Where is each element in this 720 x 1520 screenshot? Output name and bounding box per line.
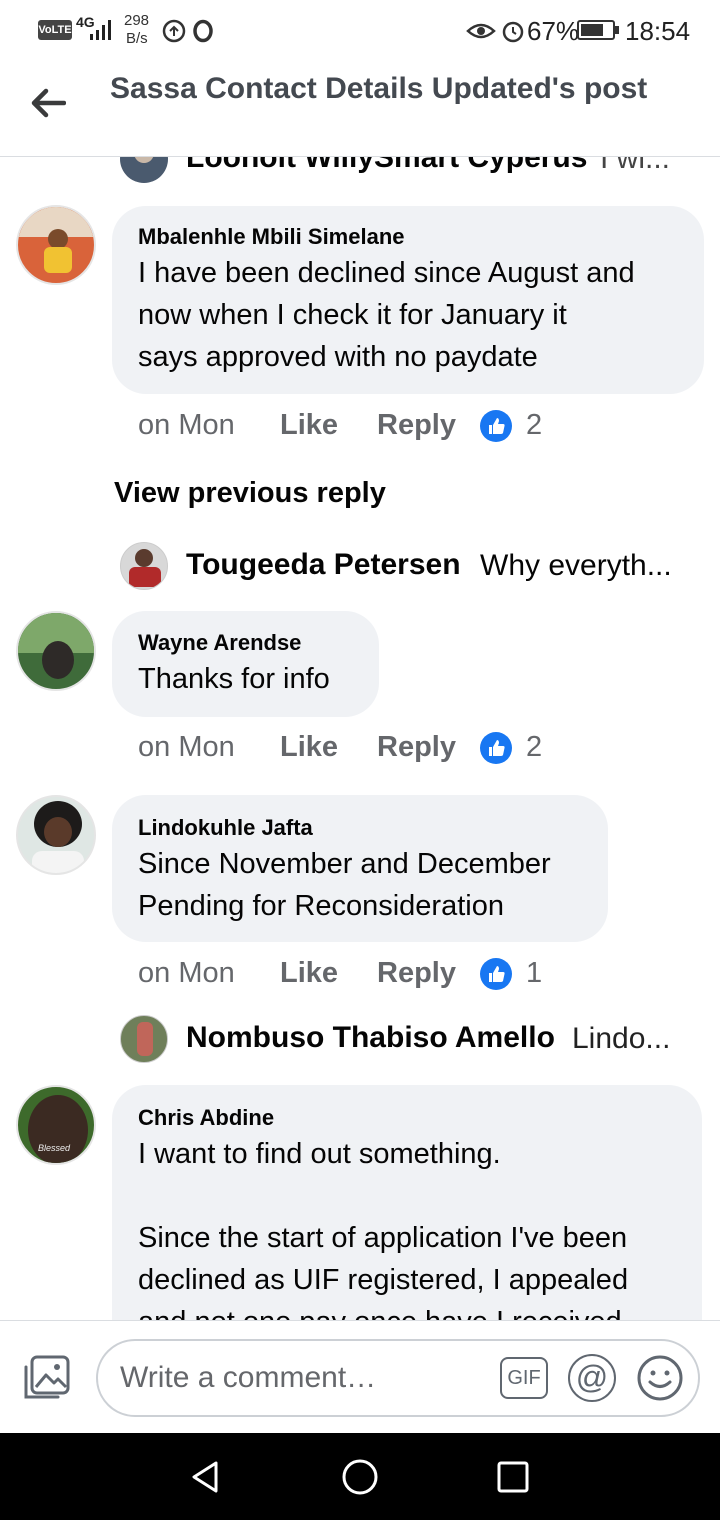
- reply-button[interactable]: Reply: [377, 731, 456, 764]
- view-previous-replies[interactable]: View previous reply: [114, 477, 386, 510]
- alarm-icon: [502, 21, 524, 43]
- page-title: Sassa Contact Details Updated's post: [110, 72, 648, 105]
- reaction-count[interactable]: 2: [526, 731, 542, 764]
- thumbs-up-icon: [480, 410, 512, 442]
- comment-bubble[interactable]: Chris Abdine I want to find out somethin…: [112, 1085, 702, 1320]
- comment-text: Thanks for info: [138, 663, 330, 695]
- opera-icon: [193, 19, 213, 43]
- comment-bubble[interactable]: Lindokuhle Jafta Since November and Dece…: [112, 795, 608, 942]
- reply-snippet: I wi...: [600, 157, 671, 175]
- comment-time: on Mon: [138, 957, 235, 989]
- battery-percent: 67%: [527, 16, 580, 46]
- avatar[interactable]: [16, 611, 96, 691]
- clock: 18:54: [625, 16, 691, 46]
- comment-actions: on Mon Like Reply 2: [138, 409, 618, 449]
- comment-text: I want to find out something. Since the …: [138, 1138, 629, 1320]
- like-button[interactable]: Like: [280, 957, 338, 990]
- post-header: Sassa Contact Details Updated's post: [0, 60, 720, 157]
- recents-square-icon[interactable]: [496, 1460, 530, 1494]
- avatar[interactable]: [16, 795, 96, 875]
- reply-preview[interactable]: Nombuso Thabiso Amello Lindo...: [120, 1015, 700, 1063]
- comment-bubble[interactable]: Wayne Arendse Thanks for info: [112, 611, 379, 717]
- like-button[interactable]: Like: [280, 409, 338, 442]
- comment-time: on Mon: [138, 731, 235, 763]
- comment-author[interactable]: Lindokuhle Jafta: [138, 815, 313, 841]
- comment-author[interactable]: Chris Abdine: [138, 1105, 274, 1131]
- reply-author[interactable]: Loonoit WillySmart Cyperus: [186, 157, 587, 175]
- like-button[interactable]: Like: [280, 731, 338, 764]
- avatar[interactable]: [120, 1015, 168, 1063]
- reply-author[interactable]: Tougeeda Petersen: [186, 548, 461, 582]
- avatar[interactable]: [120, 157, 168, 183]
- comment-text: Since November and December Pending for …: [138, 848, 551, 922]
- comment-time: on Mon: [138, 409, 235, 441]
- emoji-icon[interactable]: [636, 1354, 684, 1402]
- comment-composer: GIF @: [0, 1320, 720, 1433]
- avatar[interactable]: Blessed: [16, 1085, 96, 1165]
- comments-list[interactable]: Loonoit WillySmart Cyperus I wi... Mbale…: [0, 157, 720, 1320]
- comment-actions: on Mon Like Reply 2: [138, 731, 618, 771]
- mention-button[interactable]: @: [568, 1354, 616, 1402]
- net-speed-unit: B/s: [126, 30, 148, 47]
- reaction-count[interactable]: 2: [526, 409, 542, 442]
- reply-preview[interactable]: Loonoit WillySmart Cyperus I wi...: [120, 157, 700, 183]
- battery-cap: [615, 26, 619, 34]
- avatar[interactable]: [16, 205, 96, 285]
- avatar[interactable]: [120, 542, 168, 590]
- reply-author[interactable]: Nombuso Thabiso Amello: [186, 1021, 555, 1055]
- eye-comfort-icon: [466, 23, 496, 39]
- comment-author[interactable]: Mbalenhle Mbili Simelane: [138, 224, 405, 250]
- data-saver-icon: [162, 19, 186, 43]
- status-bar: VoLTE 4G 298 B/s 67% 18:54: [0, 0, 720, 60]
- thumbs-up-icon: [480, 732, 512, 764]
- reaction-count[interactable]: 1: [526, 957, 542, 990]
- comment-bubble[interactable]: Mbalenhle Mbili Simelane I have been dec…: [112, 206, 704, 394]
- back-arrow-icon[interactable]: [30, 88, 66, 118]
- battery-icon: [577, 20, 615, 40]
- comment-actions: on Mon Like Reply 1: [138, 957, 618, 997]
- android-nav-bar: [0, 1433, 720, 1520]
- reply-button[interactable]: Reply: [377, 409, 456, 442]
- signal-icon: [90, 20, 111, 40]
- home-circle-icon[interactable]: [341, 1458, 379, 1496]
- reply-preview[interactable]: Tougeeda Petersen Why everyth...: [120, 542, 700, 590]
- volte-badge: VoLTE: [38, 20, 72, 40]
- photo-icon[interactable]: [22, 1355, 72, 1401]
- reply-button[interactable]: Reply: [377, 957, 456, 990]
- net-speed-value: 298: [124, 12, 150, 29]
- reply-snippet: Why everyth...: [480, 549, 672, 582]
- comment-text: I have been declined since August and no…: [138, 257, 635, 373]
- thumbs-up-icon: [480, 958, 512, 990]
- comment-author[interactable]: Wayne Arendse: [138, 630, 301, 656]
- gif-button[interactable]: GIF: [500, 1357, 548, 1399]
- back-triangle-icon[interactable]: [188, 1459, 224, 1495]
- reply-snippet: Lindo...: [572, 1022, 671, 1055]
